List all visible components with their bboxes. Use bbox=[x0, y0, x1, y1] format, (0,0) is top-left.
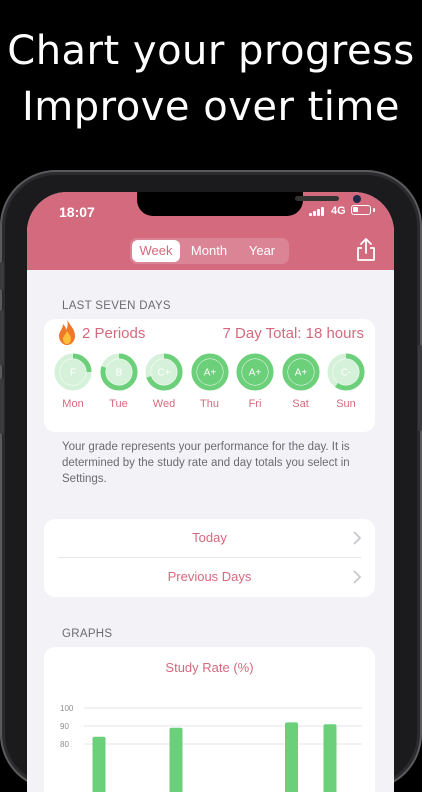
volume-up-button bbox=[0, 310, 4, 366]
power-button bbox=[418, 345, 422, 431]
day-label: Sun bbox=[336, 398, 356, 410]
day-grade-sun: C- Sun bbox=[325, 352, 367, 410]
day-label: Sat bbox=[292, 398, 309, 410]
day-grade-thu: A+ Thu bbox=[189, 352, 231, 410]
y-tick-label: 100 bbox=[60, 704, 74, 713]
grade-ring: A+ bbox=[191, 353, 228, 391]
chart-title: Study Rate (%) bbox=[165, 660, 254, 675]
grade-ring: A+ bbox=[282, 353, 319, 391]
chevron-right-icon bbox=[353, 531, 361, 545]
today-row[interactable]: Today bbox=[44, 519, 375, 557]
day-grade-wed: C+ Wed bbox=[143, 352, 185, 410]
day-label: Tue bbox=[109, 398, 128, 410]
bar-sat bbox=[285, 722, 298, 792]
grade-ring: C- bbox=[327, 353, 365, 391]
segment-month[interactable]: Month bbox=[182, 240, 236, 262]
periods-count: 2 Periods bbox=[82, 325, 146, 342]
app-screen: 18:07 4G Week Month Year LAST SEVEN DAYS… bbox=[27, 192, 394, 792]
grade-letter: A+ bbox=[294, 368, 307, 379]
y-tick-label: 90 bbox=[60, 722, 69, 731]
status-time: 18:07 bbox=[59, 204, 95, 220]
segment-week[interactable]: Week bbox=[132, 240, 180, 262]
grade-letter: A+ bbox=[249, 368, 262, 379]
network-type: 4G bbox=[331, 205, 346, 217]
battery-icon bbox=[351, 205, 371, 215]
signal-icon bbox=[309, 206, 325, 216]
seven-day-total: 7 Day Total: 18 hours bbox=[222, 325, 364, 342]
bar-wed bbox=[169, 727, 183, 792]
bar-mon bbox=[92, 736, 106, 792]
day-grade-sat: A+ Sat bbox=[280, 352, 322, 410]
flame-icon bbox=[59, 319, 75, 345]
mute-switch bbox=[0, 262, 4, 290]
grade-letter: B bbox=[115, 368, 122, 379]
chevron-right-icon bbox=[353, 570, 361, 584]
grade-ring: C+ bbox=[145, 353, 183, 391]
share-icon[interactable] bbox=[355, 238, 377, 262]
grade-ring: B bbox=[100, 353, 137, 391]
grade-letter: C+ bbox=[157, 368, 170, 379]
headline-line2: Improve over time bbox=[22, 84, 400, 130]
notch bbox=[137, 192, 361, 216]
day-grade-mon: F Mon bbox=[52, 352, 94, 410]
today-label: Today bbox=[192, 530, 227, 545]
last-seven-days-label: LAST SEVEN DAYS bbox=[62, 300, 171, 312]
previous-days-row[interactable]: Previous Days bbox=[44, 558, 375, 596]
day-grade-tue: B Tue bbox=[98, 352, 140, 410]
grade-description: Your grade represents your performance f… bbox=[62, 441, 350, 485]
grade-letter: A+ bbox=[203, 368, 216, 379]
period-segmented-control: Week Month Year bbox=[130, 238, 289, 264]
study-rate-chart: 100 90 80 bbox=[60, 704, 362, 792]
grade-letter: F bbox=[70, 368, 76, 379]
day-label: Wed bbox=[152, 398, 176, 410]
graphs-label: GRAPHS bbox=[62, 628, 113, 640]
grade-ring: A+ bbox=[236, 353, 274, 391]
volume-down-button bbox=[0, 378, 4, 434]
day-label: Fri bbox=[248, 398, 262, 410]
y-tick-label: 80 bbox=[60, 740, 69, 749]
day-label: Mon bbox=[62, 398, 84, 410]
segment-year[interactable]: Year bbox=[238, 240, 286, 262]
grade-ring: F bbox=[54, 353, 92, 391]
day-label: Thu bbox=[200, 398, 219, 410]
bar-sun bbox=[323, 724, 337, 792]
grade-letter: C- bbox=[341, 368, 352, 379]
previous-days-label: Previous Days bbox=[167, 569, 252, 584]
day-grade-fri: A+ Fri bbox=[234, 352, 276, 410]
headline-line1: Chart your progress bbox=[7, 28, 415, 74]
